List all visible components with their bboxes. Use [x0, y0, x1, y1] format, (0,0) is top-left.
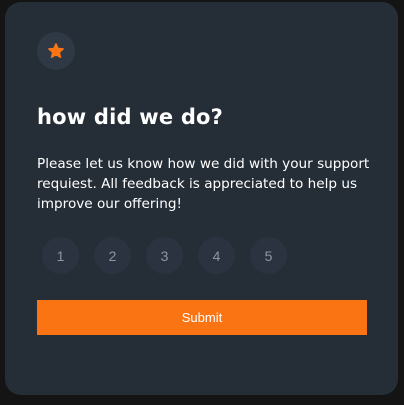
star-badge: [37, 32, 75, 70]
rating-button-4[interactable]: 4: [198, 237, 235, 274]
card-description: Please let us know how we did with your …: [37, 156, 370, 212]
rating-button-5[interactable]: 5: [250, 237, 287, 274]
rating-button-3[interactable]: 3: [146, 237, 183, 274]
star-icon: [48, 43, 64, 59]
feedback-card: how did we do? Please let us know how we…: [5, 2, 398, 395]
rating-group: 1 2 3 4 5: [42, 237, 287, 274]
rating-button-1[interactable]: 1: [42, 237, 79, 274]
rating-button-2[interactable]: 2: [94, 237, 131, 274]
submit-button[interactable]: Submit: [37, 300, 367, 335]
card-title: how did we do?: [37, 105, 224, 129]
